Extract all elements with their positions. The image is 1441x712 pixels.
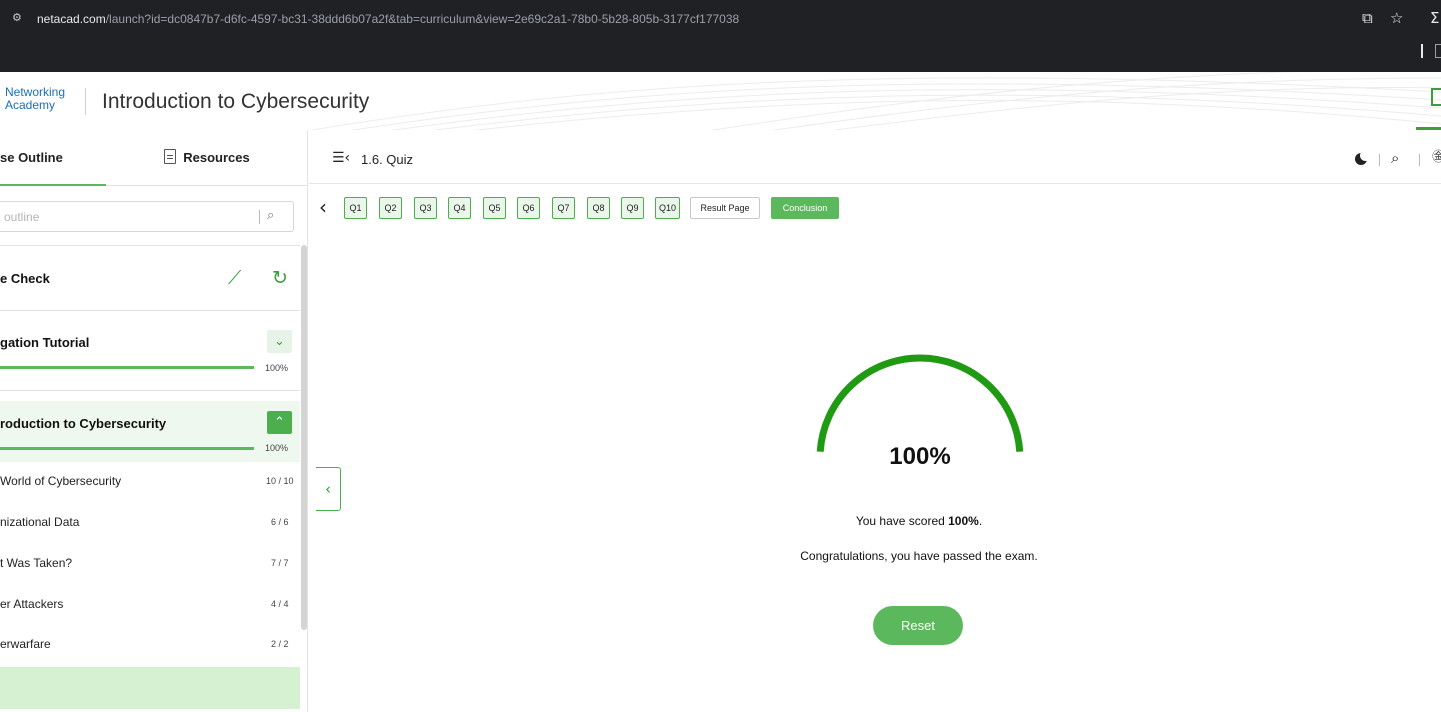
module-percent: 100% — [265, 443, 289, 453]
score-message: You have scored 100%. — [669, 514, 1169, 528]
score-gauge-arc — [816, 354, 1024, 452]
brand-line-2: Academy — [5, 98, 56, 112]
refresh-icon[interactable]: ↻ — [272, 268, 288, 288]
browser-toolbar: ⚙ netacad.com/launch?id=dc0847b7-d6fc-45… — [0, 0, 1441, 72]
reset-button[interactable]: Reset — [873, 606, 963, 645]
score-suffix: . — [978, 514, 983, 528]
sidebar-tabs: se Outline Resources — [0, 130, 307, 186]
pass-message: Congratulations, you have passed the exa… — [800, 549, 1038, 563]
toolbar-divider — [1421, 44, 1423, 58]
extensions-icon[interactable]: Σ — [1430, 10, 1439, 26]
module-progress — [0, 447, 254, 450]
lesson-count: 6 / 6 — [271, 517, 289, 527]
lesson-item-highlighted[interactable] — [0, 667, 300, 709]
knowledge-check-title[interactable]: e Check — [0, 271, 50, 286]
question-button-q9[interactable]: Q9 — [621, 197, 644, 219]
tab-resources-label: Resources — [183, 150, 250, 165]
line-chart-icon[interactable]: ⟋ — [228, 268, 241, 288]
question-button-q7[interactable]: Q7 — [552, 197, 575, 219]
lesson-label: World of Cybersecurity — [0, 474, 122, 488]
url-host: netacad.com — [37, 12, 106, 26]
question-button-q3[interactable]: Q3 — [414, 197, 437, 219]
lesson-label: nizational Data — [0, 515, 80, 529]
dashboard-icon[interactable] — [1431, 88, 1441, 106]
menu-collapse-icon[interactable]: ☰‹ — [332, 151, 350, 165]
dark-mode-icon[interactable] — [1355, 150, 1371, 165]
question-button-q5[interactable]: Q5 — [483, 197, 506, 219]
topbar-divider — [1379, 154, 1380, 166]
result-page-button[interactable]: Result Page — [690, 197, 760, 219]
content-topbar: ☰‹ 1.6. Quiz ⌕ ㊎ — [309, 130, 1441, 184]
expand-chevron-icon[interactable]: ⌄ — [267, 330, 292, 353]
question-button-q4[interactable]: Q4 — [448, 197, 471, 219]
module-section-active[interactable] — [0, 401, 300, 462]
question-button-q10[interactable]: Q10 — [655, 197, 680, 219]
outline-search: ⌕ — [0, 201, 294, 232]
address-bar[interactable]: netacad.com/launch?id=dc0847b7-d6fc-4597… — [37, 12, 739, 26]
header-divider — [85, 88, 86, 115]
lesson-count: 2 / 2 — [271, 639, 289, 649]
section-divider — [0, 245, 300, 246]
site-settings-icon[interactable]: ⚙ — [12, 12, 26, 24]
question-button-q1[interactable]: Q1 — [344, 197, 367, 219]
progress-fill — [0, 447, 254, 450]
chevron-left-icon[interactable]: ‹ — [319, 197, 327, 217]
lesson-count: 4 / 4 — [271, 599, 289, 609]
networking-academy-logo[interactable]: Networking Academy — [5, 86, 65, 112]
search-icon[interactable]: ⌕ — [267, 209, 274, 223]
sidepanel-icon[interactable] — [1435, 44, 1441, 58]
topbar-divider — [1419, 154, 1420, 166]
lesson-item[interactable]: World of Cybersecurity 10 / 10 — [0, 462, 300, 502]
tab-course-outline-label: se Outline — [0, 150, 63, 165]
collapse-chevron-icon[interactable]: ⌃ — [267, 411, 292, 434]
score-percentage: 100% — [889, 443, 951, 470]
url-path: /launch?id=dc0847b7-d6fc-4597-bc31-38ddd… — [105, 12, 740, 26]
translate-icon[interactable]: ㊎ — [1432, 151, 1441, 165]
score-prefix: You have scored — [855, 514, 949, 528]
search-divider — [259, 210, 260, 224]
question-button-q8[interactable]: Q8 — [587, 197, 610, 219]
lesson-item[interactable]: erwarfare 2 / 2 — [0, 625, 300, 665]
sidebar-scrollbar[interactable] — [301, 245, 307, 630]
question-button-q2[interactable]: Q2 — [379, 197, 402, 219]
bookmark-star-icon[interactable]: ☆ — [1390, 10, 1403, 26]
lesson-count: 7 / 7 — [271, 558, 289, 568]
lesson-label: er Attackers — [0, 597, 64, 611]
navigation-tutorial-title[interactable]: gation Tutorial — [0, 335, 89, 350]
score-bold: 100% — [948, 514, 979, 528]
page-heading: 1.6. Quiz — [361, 152, 414, 167]
quiz-panel: ☰‹ 1.6. Quiz ⌕ ㊎ ‹ Q1 Q2 Q3 Q4 Q5 Q6 Q7 … — [309, 130, 1441, 712]
question-button-q6[interactable]: Q6 — [517, 197, 540, 219]
search-icon[interactable]: ⌕ — [1391, 150, 1399, 166]
expand-sidebar-button[interactable]: ‹ — [316, 467, 341, 511]
tab-resources[interactable]: Resources — [106, 130, 307, 186]
course-sidebar: se Outline Resources ⌕ e Check ⟋ ↻ gatio… — [0, 130, 308, 712]
progress-fill — [0, 366, 254, 369]
navigation-tutorial-percent: 100% — [265, 363, 289, 373]
outline-search-input[interactable] — [0, 202, 250, 231]
lesson-item[interactable]: t Was Taken? 7 / 7 — [0, 544, 300, 584]
lesson-label: t Was Taken? — [0, 556, 73, 570]
lesson-item[interactable]: nizational Data 6 / 6 — [0, 503, 300, 543]
lesson-count: 10 / 10 — [266, 476, 294, 486]
navigation-tutorial-progress — [0, 366, 254, 369]
conclusion-button[interactable]: Conclusion — [771, 197, 839, 219]
module-title[interactable]: roduction to Cybersecurity — [0, 416, 166, 431]
course-title: Introduction to Cybersecurity — [102, 90, 370, 113]
document-icon — [164, 149, 177, 164]
tab-course-outline[interactable]: se Outline — [0, 130, 106, 186]
install-app-icon[interactable]: ⧉ — [1362, 10, 1373, 26]
lesson-label: erwarfare — [0, 637, 51, 651]
section-divider — [0, 310, 300, 311]
app-header: Networking Academy Introduction to Cyber… — [0, 72, 1441, 130]
section-divider — [0, 390, 300, 391]
lesson-item[interactable]: er Attackers 4 / 4 — [0, 585, 300, 625]
